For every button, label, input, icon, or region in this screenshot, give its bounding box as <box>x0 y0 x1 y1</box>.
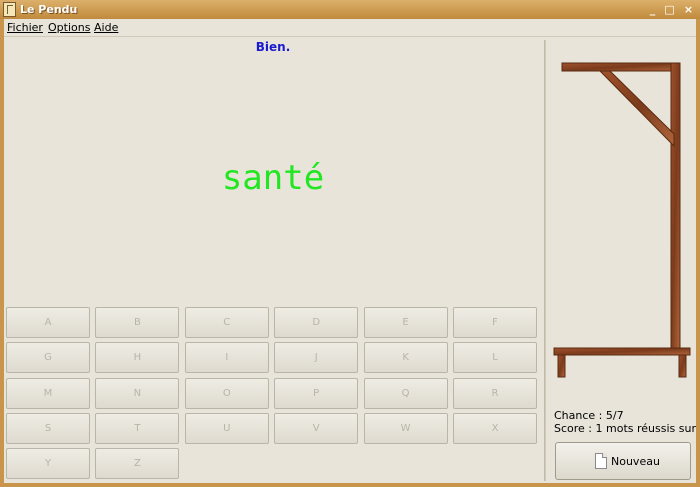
window-frame-left <box>0 19 4 487</box>
maximize-button[interactable]: □ <box>662 2 677 17</box>
letter-key-j[interactable]: J <box>274 342 359 374</box>
gallows-leg-left <box>557 354 566 378</box>
chance-counter: Chance : 5/7 <box>554 409 624 422</box>
gallows-brace <box>598 70 675 148</box>
new-game-button[interactable]: Nouveau <box>555 442 691 480</box>
guessed-word: santé <box>221 158 325 198</box>
letter-key-z[interactable]: Z <box>95 448 180 480</box>
score-text: Score : 1 mots réussis sur 1. <box>554 422 700 435</box>
menu-fichier[interactable]: Fichier <box>7 21 43 34</box>
letter-key-a[interactable]: A <box>6 307 90 338</box>
letter-key-s[interactable]: S <box>6 412 90 444</box>
new-document-icon <box>595 453 607 469</box>
letter-key-l[interactable]: L <box>453 342 537 374</box>
letter-key-t[interactable]: T <box>95 412 180 444</box>
letter-key-r[interactable]: R <box>453 377 537 409</box>
letter-key-b[interactable]: B <box>95 307 180 338</box>
window-frame-right <box>696 19 700 487</box>
letter-key-m[interactable]: M <box>6 377 90 409</box>
gallows-post <box>670 62 681 349</box>
letter-key-c[interactable]: C <box>184 307 269 338</box>
letter-key-d[interactable]: D <box>274 307 359 338</box>
letter-key-p[interactable]: P <box>274 377 359 409</box>
letter-key-i[interactable]: I <box>184 342 269 374</box>
minimize-button[interactable]: _ <box>645 2 660 17</box>
status-message: Bien. <box>255 40 291 54</box>
letter-key-e[interactable]: E <box>363 307 448 338</box>
letter-key-f[interactable]: F <box>453 307 537 338</box>
panel-divider <box>544 40 546 481</box>
letter-key-h[interactable]: H <box>95 342 180 374</box>
menu-bar: Fichier Options Aide <box>4 19 696 37</box>
letter-key-y[interactable]: Y <box>6 448 90 480</box>
letter-key-k[interactable]: K <box>363 342 448 374</box>
app-icon <box>3 2 16 17</box>
menu-aide[interactable]: Aide <box>94 21 118 34</box>
gallows-leg-right <box>678 354 687 378</box>
close-button[interactable]: × <box>681 2 696 17</box>
letter-key-g[interactable]: G <box>6 342 90 374</box>
letter-key-u[interactable]: U <box>184 412 269 444</box>
window-title: Le Pendu <box>20 3 78 16</box>
gallows-platform <box>553 347 691 356</box>
letter-key-o[interactable]: O <box>184 377 269 409</box>
letter-key-x[interactable]: X <box>453 412 537 444</box>
new-game-label: Nouveau <box>611 455 660 468</box>
letter-key-n[interactable]: N <box>95 377 180 409</box>
letter-key-q[interactable]: Q <box>363 377 448 409</box>
letter-key-v[interactable]: V <box>274 412 359 444</box>
title-bar[interactable]: Le Pendu _ □ × <box>0 0 700 20</box>
menu-options[interactable]: Options <box>48 21 90 34</box>
gallows-image <box>553 62 691 378</box>
window-frame-bottom <box>0 483 700 487</box>
gallows-top-beam <box>561 62 681 72</box>
letter-key-w[interactable]: W <box>363 412 448 444</box>
